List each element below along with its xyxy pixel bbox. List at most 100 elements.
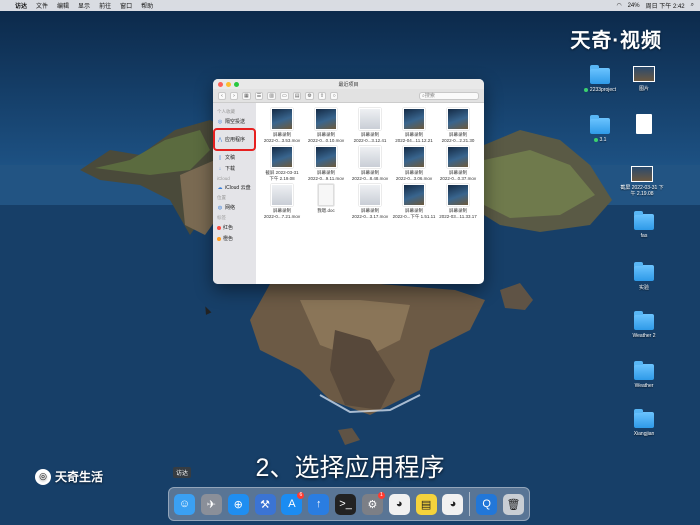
file-grid: 屏幕录制 2022-0...3.53.mov 屏幕录制 2022-0...0.10.m… [256,103,484,284]
sidebar-header-icloud: iCloud [217,176,230,181]
share-icon[interactable]: ⇧ [317,91,327,100]
file-subname: 2022-0...0.10.mov [307,137,345,143]
watermark-top: 天奇·视频 [570,30,662,52]
file-subname: 2022-0...0.37.mov [439,175,477,181]
quicktime-icon[interactable]: Q [476,493,498,515]
desktop-folder-experiment[interactable]: 实验 [622,262,666,291]
sidebar-item-tag-red[interactable]: 红色 [213,222,256,233]
desktop-folder-weather[interactable]: Weather [622,361,666,389]
finder-sidebar: 个人收藏 ◎ 隔空投送 ⋀ 应用程序 ▯ 文稿 ↓ 下载 iCloud ☁ iCloud … [213,103,256,284]
search-icon[interactable]: ⌕ [691,2,694,9]
wifi-icon[interactable]: ◠ [616,2,621,9]
video-thumbnail-icon [447,108,469,130]
file-subname: 2022-0...7.21.mov [263,213,301,219]
menu-file[interactable]: 文件 [36,1,48,10]
xcode-icon[interactable]: ⚒ [254,493,276,515]
sidebar-item-airdrop[interactable]: ◎ 隔空投送 [213,116,256,127]
sidebar-item-network[interactable]: ◍ 网络 [213,202,256,213]
image-thumbnail-icon [633,66,655,82]
sidebar-item-icloud-drive[interactable]: ☁ iCloud 云盘 [213,182,256,193]
terminal-icon[interactable]: >_ [335,493,357,515]
desktop-file-screenshot[interactable]: 截屏 2022-03-31 下午 2.19.08 [620,166,664,197]
finder-toolbar: ‹ › ▦ ☰ ▥ ▭ ▤ ⚙ ⇧ ○ ⌕ 搜索 [213,89,484,103]
dock-separator [469,492,471,516]
file-item[interactable]: 屏幕录制 2022-0...2.21.30 [436,108,480,143]
file-item[interactable]: 截屏 2022-03-31 下午 2.19.08 [260,146,304,181]
finder-icon[interactable]: ☺ [174,493,195,515]
sidebar-item-applications[interactable]: ⋀ 应用程序 [213,128,256,151]
menu-help[interactable]: 帮助 [141,1,153,10]
desktop-folder-3-1[interactable]: 3.1 [578,115,622,143]
download-icon: ↓ [218,165,222,172]
desktop-folder-xiangjian[interactable]: Xiangjian [622,409,666,437]
file-item[interactable]: 我嗯.doc [304,184,348,219]
finder-titlebar[interactable]: 最近项目 [213,79,484,89]
video-thumbnail-icon [447,184,469,206]
file-item[interactable]: 屏幕录制 2022-0...0.10.mov [304,108,348,143]
desktop-folder-fas[interactable]: fas [622,211,666,239]
folder-icon [590,115,610,134]
file-item[interactable]: 屏幕录制 2022-0...3.17.mov [348,184,392,219]
file-subname: 下午 2.19.08 [269,175,295,181]
video-thumbnail-icon [359,108,381,130]
notes-icon[interactable]: ▤ [415,493,437,515]
sidebar-item-tag-orange[interactable]: 橙色 [213,233,256,244]
action-gear-icon[interactable]: ⚙ [305,91,314,100]
file-subname: 2022-0...8.48.mov [351,175,389,181]
column-view-icon[interactable]: ▥ [267,91,276,100]
folder-icon [590,65,610,84]
file-subname: 2022-03...11.33.17 [439,213,477,219]
file-item[interactable]: 屏幕录制 2022-0...3.53.mov [260,108,304,143]
battery-level[interactable]: 24% [628,3,640,9]
sidebar-item-downloads[interactable]: ↓ 下载 [213,163,256,174]
document-icon [636,114,652,134]
group-icon[interactable]: ▤ [292,91,302,100]
menu-app-name[interactable]: 访达 [15,1,27,10]
file-subname: 2022-0...3.06.mov [395,175,433,181]
folder-icon [634,311,654,330]
document-icon: ▯ [218,154,222,161]
gallery-view-icon[interactable]: ▭ [279,91,289,100]
file-item[interactable]: 屏幕录制 2022-0...8.48.mov [348,146,392,181]
airdrop-icon: ◎ [217,118,223,125]
tag-icon[interactable]: ○ [330,91,339,100]
menu-view[interactable]: 显示 [78,1,90,10]
search-input[interactable]: ⌕ 搜索 [419,91,479,100]
file-item[interactable]: 屏幕录制 2022-0...7.21.mov [260,184,304,219]
menu-edit[interactable]: 编辑 [57,1,69,10]
trash-icon[interactable]: 🗑 [502,493,524,515]
qq-icon[interactable]: ◕ [388,493,410,515]
desktop-file-images[interactable]: 图片 [622,66,666,92]
file-item[interactable]: 屏幕录制 2022-03...11.33.17 [436,184,480,219]
globe-icon: ◍ [217,204,223,211]
dock-tooltip: 访达 [173,467,192,478]
desktop-document[interactable] [622,114,666,134]
finder-window: 最近项目 ‹ › ▦ ☰ ▥ ▭ ▤ ⚙ ⇧ ○ ⌕ 搜索 个人收藏 ◎ 隔空投送… [213,79,484,284]
safari-icon[interactable]: ⊕ [227,493,249,515]
folder-icon [634,211,654,230]
menu-window[interactable]: 窗口 [120,1,132,10]
file-subname: 2022-0...下午 1.51.11 [392,213,436,219]
desktop-folder-weather-2[interactable]: Weather 2 [622,311,666,339]
icon-view-icon[interactable]: ▦ [242,91,251,100]
back-icon[interactable]: ‹ [218,91,226,100]
system-preferences-icon[interactable]: ⚙ 1 [361,491,385,515]
sidebar-item-documents[interactable]: ▯ 文稿 [213,152,256,163]
file-item[interactable]: 屏幕录制 2022-0...下午 1.51.11 [392,184,436,219]
file-item[interactable]: 屏幕录制 2022-0...3.06.mov [392,146,436,181]
launchpad-icon[interactable]: ✈ [200,493,222,515]
notification-badge: 6 [297,491,305,499]
desktop-folder-2233project[interactable]: 2233project [578,65,622,93]
file-item[interactable]: 屏幕录制 2022-04...11.12.21 [392,108,436,143]
forward-icon[interactable]: › [230,91,238,100]
file-item[interactable]: 屏幕录制 2022-0...0.37.mov [436,146,480,181]
clock[interactable]: 周日 下午 2:42 [646,1,685,10]
software-update-icon[interactable]: ↑ [308,493,330,515]
file-item[interactable]: 屏幕录制 2022-0...3.12.41 [348,108,392,143]
menu-go[interactable]: 前往 [99,1,111,10]
file-item[interactable]: 屏幕录制 2022-0...9.11.mov [304,146,348,181]
app-store-icon[interactable]: A6 [281,491,305,515]
qq-2-icon[interactable]: ◕ [442,493,464,515]
list-view-icon[interactable]: ☰ [254,91,264,100]
file-name: 我嗯.doc [317,208,335,213]
